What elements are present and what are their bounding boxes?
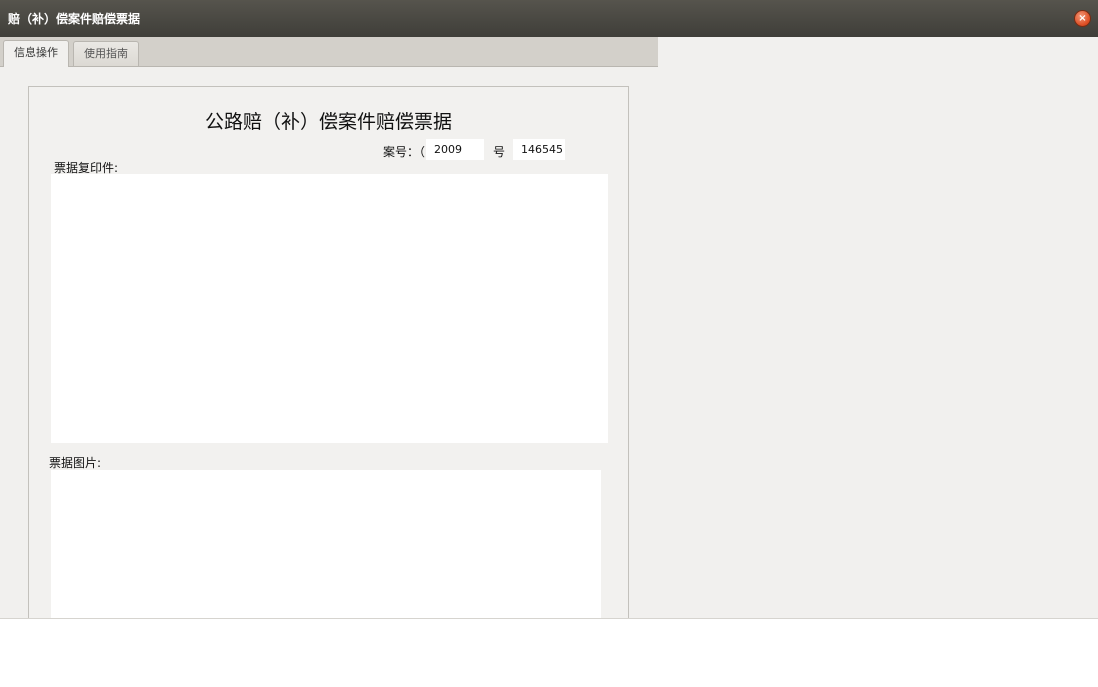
- receipt-image-label: 票据图片:: [49, 456, 102, 470]
- case-mid-label: 号: [493, 145, 506, 159]
- page-title: 公路赔（补）偿案件赔偿票据: [204, 111, 452, 133]
- tab-info-operation[interactable]: 信息操作: [3, 40, 69, 67]
- title-bar: 赔（补）偿案件赔偿票据 ×: [0, 0, 1098, 37]
- window-title: 赔（补）偿案件赔偿票据: [8, 12, 141, 26]
- receipt-image-area[interactable]: [51, 470, 601, 618]
- tab-user-guide[interactable]: 使用指南: [73, 41, 139, 66]
- case-label: 案号：（: [383, 145, 426, 159]
- tab-bar: 信息操作 使用指南: [0, 37, 658, 67]
- receipt-form-panel: 公路赔（补）偿案件赔偿票据 案号：（ 2009 号 146545 票据复印件: …: [28, 86, 629, 618]
- case-year-field[interactable]: 2009: [426, 139, 484, 160]
- receipt-copy-area[interactable]: [51, 174, 608, 443]
- dialog-window: 赔（补）偿案件赔偿票据 × 信息操作 使用指南 公路赔（补）偿案件赔偿票据 案号…: [0, 0, 1098, 619]
- case-number-field[interactable]: 146545: [513, 139, 565, 160]
- close-icon[interactable]: ×: [1075, 11, 1090, 26]
